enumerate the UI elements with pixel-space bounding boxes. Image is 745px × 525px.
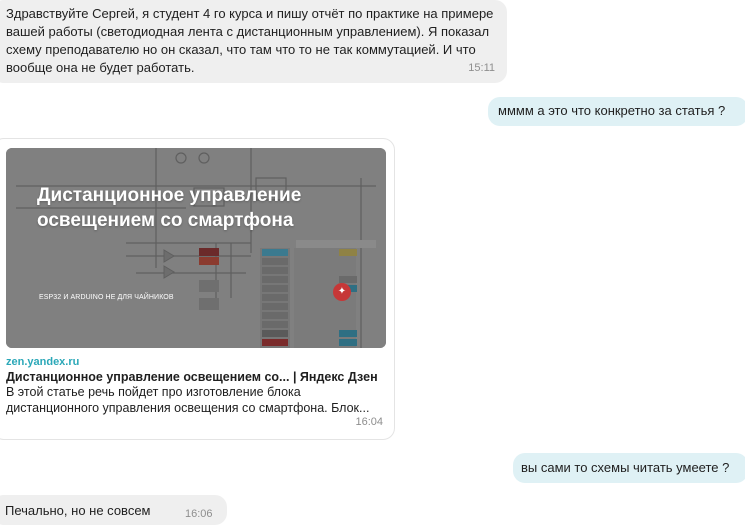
message-text: мммм а это что конкретно за статья ? bbox=[498, 103, 726, 118]
outgoing-message[interactable]: вы сами то схемы читать умеете ? bbox=[513, 453, 745, 483]
zen-logo-icon: ✦ bbox=[333, 283, 351, 301]
preview-overlay-subtitle: ESP32 И ARDUINO НЕ ДЛЯ ЧАЙНИКОВ bbox=[39, 294, 174, 301]
incoming-message[interactable]: Печально, но не совсем 16:06 bbox=[0, 495, 227, 525]
circuit-diagram-image bbox=[6, 148, 386, 348]
message-text: вы сами то схемы читать умеете ? bbox=[521, 460, 730, 475]
link-preview-image[interactable]: Дистанционное управление освещением со с… bbox=[6, 148, 386, 348]
message-time: 16:04 bbox=[355, 416, 383, 428]
message-text: Печально, но не совсем bbox=[5, 503, 151, 518]
link-preview-message[interactable]: Дистанционное управление освещением со с… bbox=[0, 138, 395, 440]
message-text: Здравствуйте Сергей, я студент 4 го курс… bbox=[6, 6, 494, 75]
chat-history: Здравствуйте Сергей, я студент 4 го курс… bbox=[0, 0, 745, 525]
incoming-message[interactable]: Здравствуйте Сергей, я студент 4 го курс… bbox=[0, 0, 507, 83]
message-time: 16:06 bbox=[185, 508, 213, 520]
message-time: 15:11 bbox=[468, 62, 495, 74]
preview-overlay-title: Дистанционное управление освещением со с… bbox=[37, 185, 302, 231]
outgoing-message[interactable]: мммм а это что конкретно за статья ? bbox=[488, 97, 745, 126]
link-description: В этой статье речь пойдет про изготовлен… bbox=[6, 385, 370, 415]
